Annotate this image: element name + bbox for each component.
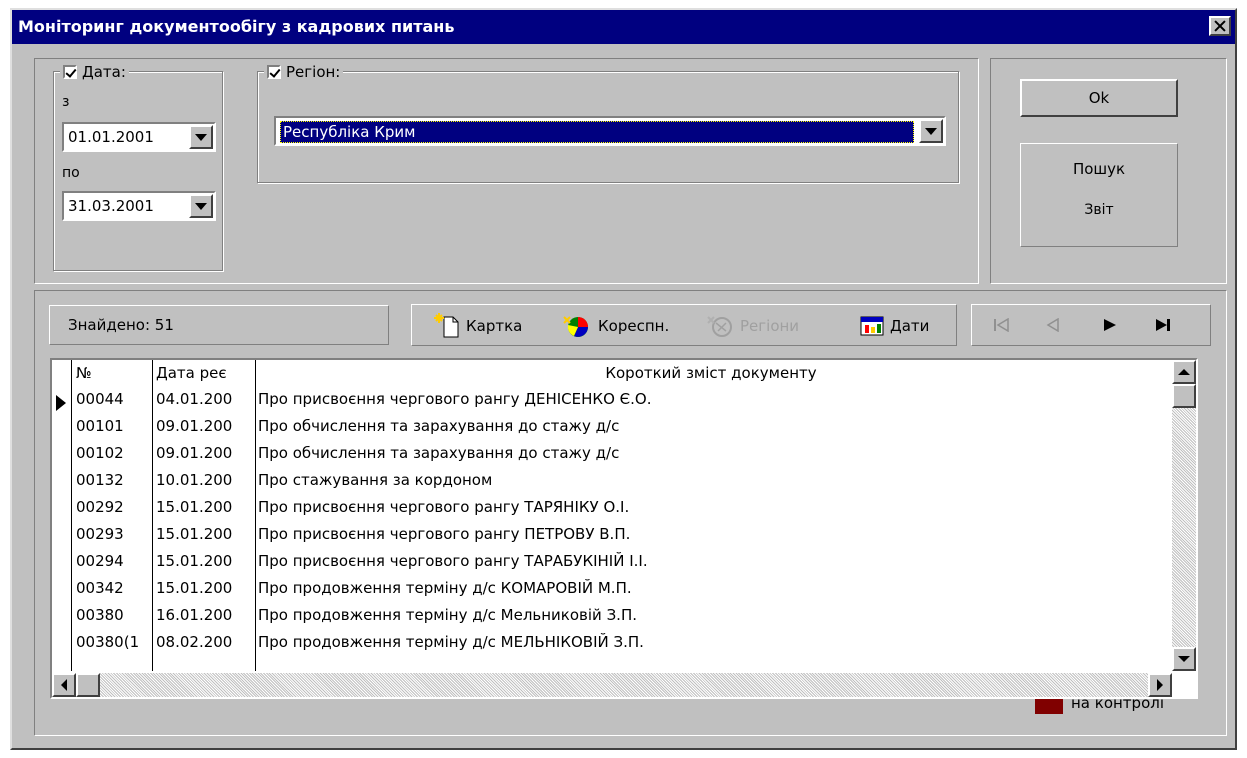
date-from-value: 01.01.2001 xyxy=(68,128,154,146)
date-from-label: з xyxy=(62,94,70,110)
prev-record-icon[interactable] xyxy=(1044,318,1062,332)
region-groupbox: Регіон: Республіка Крим xyxy=(257,62,959,183)
date-to-label: по xyxy=(62,165,80,181)
date-groupbox: Дата: з 01.01.2001 по 31.03.2001 xyxy=(53,62,223,271)
navigator xyxy=(971,304,1211,346)
regions-button: Регіони xyxy=(706,313,799,339)
dates-button[interactable]: Дати xyxy=(858,313,929,339)
date-to-combo[interactable]: 31.03.2001 xyxy=(62,191,216,221)
first-record-icon[interactable] xyxy=(992,318,1010,332)
corresp-button[interactable]: Кореспн. xyxy=(562,313,669,339)
region-checkbox[interactable] xyxy=(267,65,281,79)
current-row-indicator-icon xyxy=(56,395,66,411)
card-button[interactable]: Картка xyxy=(434,313,522,339)
region-value: Республіка Крим xyxy=(280,121,914,143)
close-button[interactable] xyxy=(1209,16,1231,36)
ok-button[interactable]: Ok xyxy=(1020,79,1178,117)
dates-icon xyxy=(860,316,884,336)
dropdown-arrow-icon[interactable] xyxy=(189,125,213,149)
arrow-up-icon xyxy=(1178,369,1190,375)
scroll-down-button[interactable] xyxy=(1172,647,1196,671)
column-header-summary[interactable]: Короткий зміст документу xyxy=(256,364,1166,390)
dropdown-arrow-icon[interactable] xyxy=(919,119,943,143)
horizontal-scroll-thumb[interactable] xyxy=(76,673,100,697)
region-label: Регіон: xyxy=(286,63,341,81)
report-button[interactable]: Звіт xyxy=(1021,202,1177,218)
toolbar: Картка Кореспн. Регіони Дати xyxy=(411,304,957,346)
scroll-right-button[interactable] xyxy=(1148,673,1172,697)
action-panel: Ok Пошук Звіт xyxy=(990,58,1227,284)
scroll-left-button[interactable] xyxy=(52,673,76,697)
date-to-value: 31.03.2001 xyxy=(68,197,154,215)
card-icon xyxy=(434,313,459,338)
search-report-box: Пошук Звіт xyxy=(1020,143,1178,247)
column-header-number[interactable]: № xyxy=(76,364,92,390)
date-from-combo[interactable]: 01.01.2001 xyxy=(62,122,216,152)
date-checkbox[interactable] xyxy=(63,65,77,79)
column-header-date[interactable]: Дата реє xyxy=(156,364,254,390)
dropdown-arrow-icon[interactable] xyxy=(189,194,213,218)
correspondents-icon xyxy=(563,316,588,337)
scroll-up-button[interactable] xyxy=(1172,360,1196,384)
horizontal-scrollbar[interactable] xyxy=(52,673,1172,697)
vertical-scroll-thumb[interactable] xyxy=(1172,384,1196,408)
arrow-right-icon xyxy=(1157,679,1163,691)
search-button[interactable]: Пошук xyxy=(1021,160,1177,178)
regions-icon xyxy=(707,316,732,337)
filter-panel: Дата: з 01.01.2001 по 31.03.2001 Регіон:… xyxy=(34,58,979,284)
main-window: Моніторинг документообігу з кадрових пит… xyxy=(10,8,1237,750)
last-record-icon[interactable] xyxy=(1154,319,1172,331)
found-counter: Знайдено: 51 xyxy=(49,305,389,345)
next-record-icon[interactable] xyxy=(1102,319,1118,331)
title-bar: Моніторинг документообігу з кадрових пит… xyxy=(12,10,1235,44)
window-title: Моніторинг документообігу з кадрових пит… xyxy=(18,17,455,36)
arrow-down-icon xyxy=(1178,656,1190,662)
documents-grid: № Дата реє Короткий зміст документу 0004… xyxy=(50,358,1198,699)
arrow-left-icon xyxy=(61,679,67,691)
region-combo[interactable]: Республіка Крим xyxy=(274,116,946,146)
found-text: Знайдено: 51 xyxy=(68,316,174,334)
date-label: Дата: xyxy=(82,63,126,81)
